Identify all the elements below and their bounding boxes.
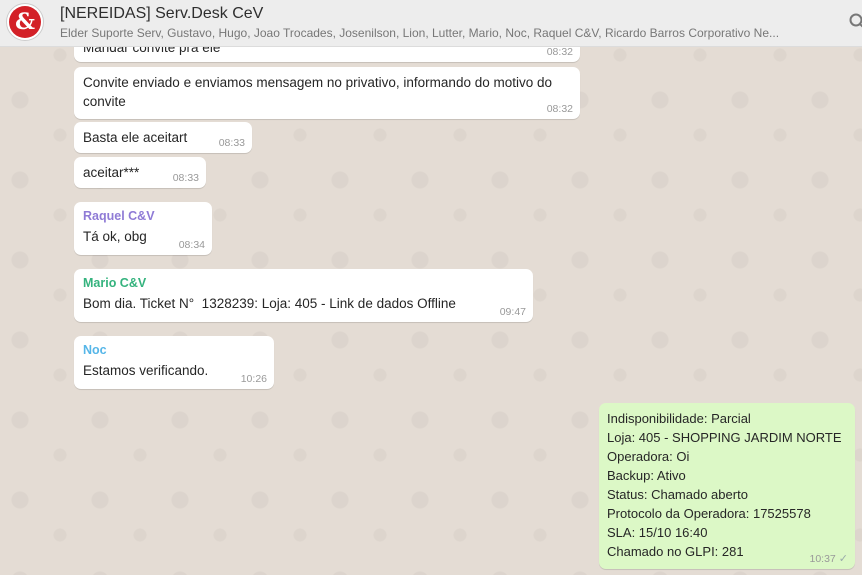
message-text: Estamos verificando.	[83, 363, 209, 378]
message-line: Indisponibilidade: Parcial	[607, 411, 751, 426]
message-bubble[interactable]: Convite enviado e enviamos mensagem no p…	[74, 67, 580, 119]
message-time: 09:47	[499, 306, 526, 318]
message-text: aceitar***	[83, 165, 140, 180]
message-text: Tá ok, obg	[83, 229, 147, 244]
sender-name[interactable]: Raquel C&V	[83, 208, 203, 224]
message-line: Loja: 405 - SHOPPING JARDIM NORTE	[607, 430, 842, 445]
group-avatar[interactable]: &	[6, 3, 44, 41]
sent-check-icon: ✓	[838, 553, 848, 565]
message-time: 08:32	[546, 103, 573, 115]
outgoing-message-bubble[interactable]: Indisponibilidade: Parcial Loja: 405 - S…	[599, 403, 855, 569]
search-icon[interactable]	[848, 12, 862, 30]
message-bubble[interactable]: Basta ele aceitart 08:33	[74, 122, 252, 153]
message-line: Operadora: Oi	[607, 449, 690, 464]
avatar-logo: &	[9, 6, 41, 38]
message-bubble[interactable]: aceitar*** 08:33	[74, 157, 206, 188]
message-time-status: 10:37 ✓	[810, 553, 849, 565]
message-time: 10:37	[809, 553, 836, 565]
message-text: Convite enviado e enviamos mensagem no p…	[83, 75, 553, 109]
message-time: 08:33	[218, 137, 245, 149]
sender-name[interactable]: Noc	[83, 342, 265, 358]
message-time: 08:33	[172, 172, 199, 184]
message-bubble[interactable]: Noc Estamos verificando. 10:26	[74, 336, 274, 389]
message-line: Backup: Ativo	[607, 468, 686, 483]
message-line: Protocolo da Operadora: 17525578	[607, 506, 811, 521]
sender-name[interactable]: Mario C&V	[83, 275, 524, 291]
message-text: Basta ele aceitart	[83, 130, 188, 145]
message-bubble[interactable]: Raquel C&V Tá ok, obg 08:34	[74, 202, 212, 255]
message-line: Status: Chamado aberto	[607, 487, 748, 502]
message-time: 08:32	[546, 46, 573, 58]
message-time: 10:26	[240, 373, 267, 385]
chat-header[interactable]: & [NEREIDAS] Serv.Desk CeV Elder Suporte…	[0, 0, 862, 47]
message-time: 08:34	[178, 239, 205, 251]
message-text: Bom dia. Ticket N° 1328239: Loja: 405 - …	[83, 296, 456, 311]
message-bubble[interactable]: Mario C&V Bom dia. Ticket N° 1328239: Lo…	[74, 269, 533, 322]
chat-title[interactable]: [NEREIDAS] Serv.Desk CeV	[60, 5, 263, 23]
message-line: SLA: 15/10 16:40	[607, 525, 708, 540]
participants-list: Elder Suporte Serv, Gustavo, Hugo, Joao …	[60, 26, 780, 40]
